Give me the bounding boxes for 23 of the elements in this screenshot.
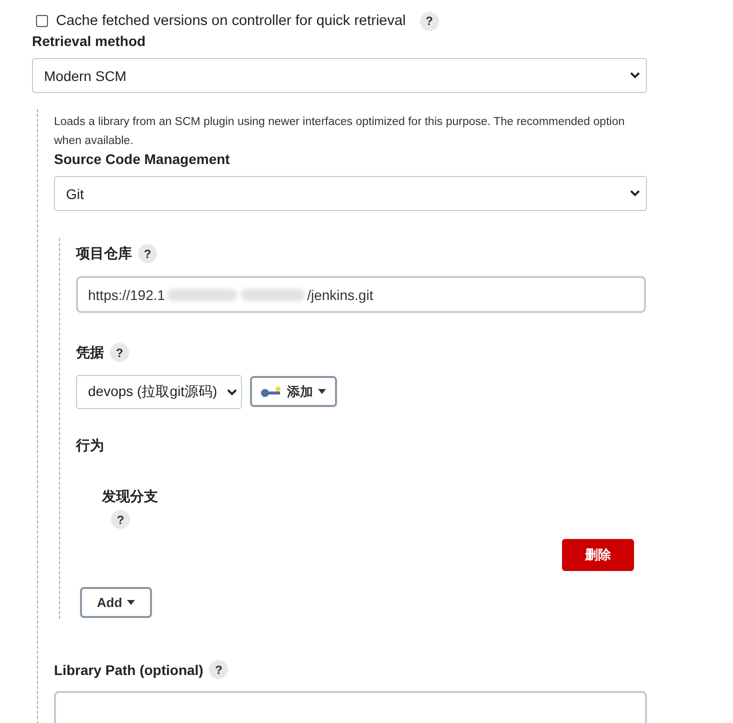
add-behavior-button[interactable]: Add [80, 587, 152, 618]
help-icon[interactable]: ? [209, 660, 228, 679]
help-icon[interactable]: ? [138, 244, 157, 263]
field-label: Source Code Management [54, 151, 230, 167]
checkbox-label: Cache fetched versions on controller for quick retrieval [56, 13, 406, 29]
description-text: Loads a library from an SCM plugin using newer interfaces optimized for this purpose. The recommended option when available. [54, 115, 626, 149]
help-icon[interactable]: ? [111, 510, 130, 529]
help-icon[interactable]: ? [110, 343, 129, 362]
retrieval-method-select[interactable]: Modern SCM [32, 58, 647, 93]
field-label: 凭据 [76, 344, 104, 362]
field-label: Library Path (optional) [54, 662, 204, 678]
add-credentials-button[interactable]: 添加 [250, 376, 337, 407]
repository-url-field[interactable]: https://192.1 /jenkins.git [76, 276, 646, 313]
url-text: /jenkins.git [307, 286, 374, 302]
behavior-title: 发现分支 [102, 488, 158, 506]
scm-select[interactable]: Git [54, 176, 647, 211]
credentials-select[interactable]: devops (拉取git源码) [76, 375, 242, 409]
delete-button[interactable]: 删除 [562, 539, 634, 571]
field-label: 项目仓库 [76, 244, 132, 262]
field-label: 行为 [76, 437, 104, 455]
url-text: https://192.1 [88, 286, 166, 302]
help-icon[interactable]: ? [420, 12, 439, 30]
field-label: Retrieval method [32, 33, 146, 49]
